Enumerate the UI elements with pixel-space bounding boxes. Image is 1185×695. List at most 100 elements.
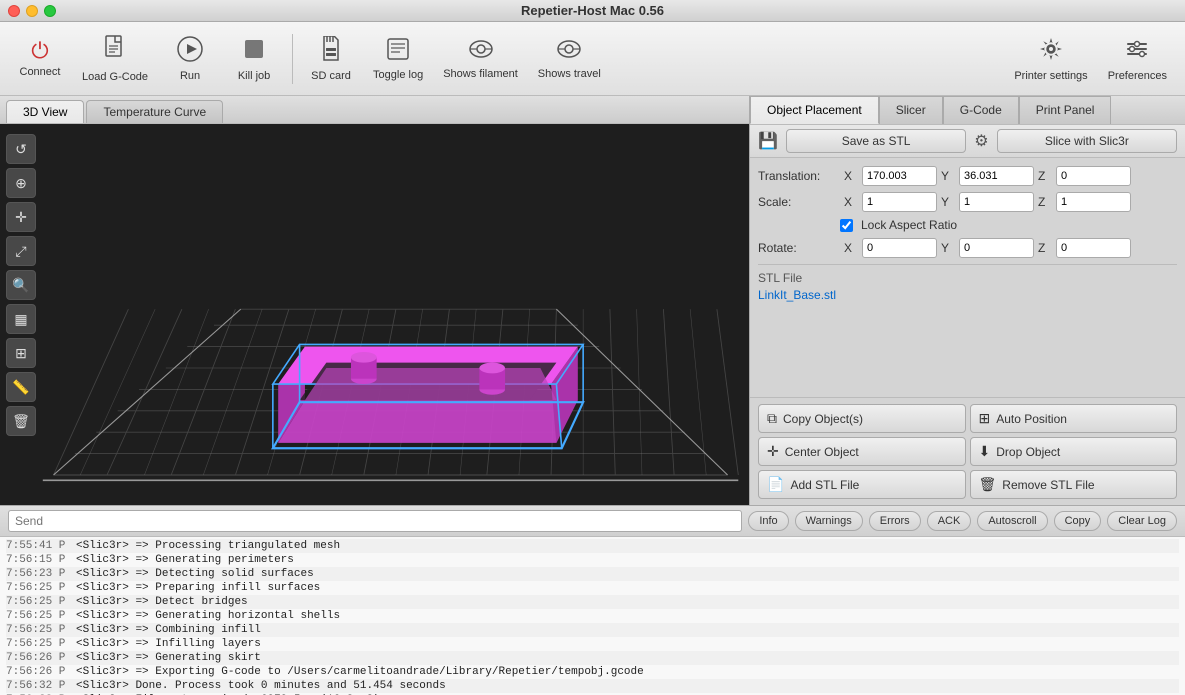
placement-controls: Translation: X Y Z Scale: X Y (750, 158, 1185, 397)
list-item: 7:56:25 P <Slic3r> => Generating horizon… (6, 609, 1179, 623)
log-tab-autoscroll[interactable]: Autoscroll (977, 511, 1047, 531)
log-tab-clear[interactable]: Clear Log (1107, 511, 1177, 531)
add-stl-icon: 📄 (767, 476, 784, 493)
connect-button[interactable]: ⏻ Connect (10, 34, 70, 84)
save-stl-button[interactable]: Save as STL (786, 129, 966, 153)
tab-g-code[interactable]: G-Code (943, 96, 1019, 124)
translation-z[interactable] (1056, 166, 1131, 186)
log-tab-warnings[interactable]: Warnings (795, 511, 863, 531)
shows-travel-icon (556, 38, 582, 64)
grid-tool[interactable]: ⊞ (6, 338, 36, 368)
kill-job-button[interactable]: Kill job (224, 30, 284, 88)
scale-y[interactable] (959, 192, 1034, 212)
translation-y[interactable] (959, 166, 1034, 186)
layer-view-tool[interactable]: ▦ (6, 304, 36, 334)
connect-label: Connect (20, 66, 61, 78)
log-tab-errors[interactable]: Errors (869, 511, 921, 531)
drop-object-button[interactable]: ⬇ Drop Object (970, 437, 1178, 466)
zoom-fit-tool[interactable]: ⊕ (6, 168, 36, 198)
shows-travel-button[interactable]: Shows travel (530, 32, 609, 86)
save-icon: 💾 (758, 131, 778, 151)
translation-label: Translation: (758, 169, 838, 183)
gear-icon: ⚙ (974, 131, 988, 151)
view-content: ↺ ⊕ ✛ ⤢ 🔍 ▦ ⊞ 📏 🗑 (0, 124, 749, 505)
rotate-x[interactable] (862, 238, 937, 258)
maximize-button[interactable] (44, 5, 56, 17)
scale-xyz: X Y Z (844, 192, 1131, 212)
close-button[interactable] (8, 5, 20, 17)
translation-x[interactable] (862, 166, 937, 186)
stl-file-label: STL File (758, 271, 1177, 285)
copy-objects-label: Copy Object(s) (783, 412, 863, 426)
ry-label: Y (941, 241, 955, 255)
drop-object-label: Drop Object (996, 445, 1060, 459)
list-item: 7:56:25 P <Slic3r> => Combining infill (6, 623, 1179, 637)
tab-3d-view[interactable]: 3D View (6, 100, 84, 123)
aspect-ratio-row: Lock Aspect Ratio (758, 218, 1177, 232)
stl-filename[interactable]: LinkIt_Base.stl (758, 288, 1177, 302)
send-input[interactable] (8, 510, 742, 532)
preferences-label: Preferences (1108, 70, 1167, 82)
sx-label: X (844, 195, 858, 209)
rotate-y[interactable] (959, 238, 1034, 258)
log-tab-info[interactable]: Info (748, 511, 788, 531)
center-object-button[interactable]: ✛ Center Object (758, 437, 966, 466)
load-gcode-label: Load G-Code (82, 71, 148, 83)
x-label: X (844, 169, 858, 183)
view-tabs: 3D View Temperature Curve (0, 96, 749, 124)
rotate-label: Rotate: (758, 241, 838, 255)
sd-card-icon (320, 36, 342, 66)
main-content: 3D View Temperature Curve ↺ ⊕ ✛ ⤢ 🔍 ▦ ⊞ … (0, 96, 1185, 505)
shows-filament-button[interactable]: Shows filament (435, 32, 526, 86)
window-controls (8, 5, 56, 17)
tab-temperature-curve[interactable]: Temperature Curve (86, 100, 223, 123)
rotate-z[interactable] (1056, 238, 1131, 258)
add-stl-label: Add STL File (790, 478, 859, 492)
auto-position-icon: ⊞ (979, 410, 991, 427)
printer-settings-button[interactable]: Printer settings (1006, 30, 1095, 88)
shows-filament-label: Shows filament (443, 68, 518, 80)
run-button[interactable]: Run (160, 30, 220, 88)
scale-z[interactable] (1056, 192, 1131, 212)
run-label: Run (180, 70, 200, 82)
drop-object-icon: ⬇ (979, 443, 991, 460)
tab-print-panel[interactable]: Print Panel (1019, 96, 1112, 124)
rotate-xyz: X Y Z (844, 238, 1131, 258)
zoom-tool[interactable]: 🔍 (6, 270, 36, 300)
run-icon (177, 36, 203, 66)
move-tool[interactable]: ⤢ (6, 236, 36, 266)
list-item: 7:56:32 P <Slic3r> Done. Process took 0 … (6, 679, 1179, 693)
tab-slicer[interactable]: Slicer (879, 96, 943, 124)
slice-button[interactable]: Slice with Slic3r (997, 129, 1177, 153)
list-item: 7:56:26 P <Slic3r> => Generating skirt (6, 651, 1179, 665)
list-item: 7:56:25 P <Slic3r> => Infilling layers (6, 637, 1179, 651)
save-slice-bar: 💾 Save as STL ⚙ Slice with Slic3r (750, 125, 1185, 158)
list-item: 7:56:15 P <Slic3r> => Generating perimet… (6, 553, 1179, 567)
minimize-button[interactable] (26, 5, 38, 17)
auto-position-label: Auto Position (996, 412, 1067, 426)
scale-x[interactable] (862, 192, 937, 212)
scale-row: Scale: X Y Z (758, 192, 1177, 212)
log-tab-ack[interactable]: ACK (927, 511, 972, 531)
lock-aspect-checkbox[interactable] (840, 219, 853, 232)
add-stl-button[interactable]: 📄 Add STL File (758, 470, 966, 499)
remove-stl-label: Remove STL File (1002, 478, 1094, 492)
load-gcode-button[interactable]: Load G-Code (74, 29, 156, 89)
copy-objects-button[interactable]: ⧉ Copy Object(s) (758, 404, 966, 433)
pan-tool[interactable]: ✛ (6, 202, 36, 232)
log-tab-copy[interactable]: Copy (1054, 511, 1102, 531)
toggle-log-button[interactable]: Toggle log (365, 31, 431, 87)
auto-position-button[interactable]: ⊞ Auto Position (970, 404, 1178, 433)
center-object-label: Center Object (785, 445, 859, 459)
ruler-tool[interactable]: 📏 (6, 372, 36, 402)
preferences-icon (1124, 36, 1150, 66)
refresh-tool[interactable]: ↺ (6, 134, 36, 164)
delete-tool[interactable]: 🗑 (6, 406, 36, 436)
lock-aspect-label: Lock Aspect Ratio (861, 218, 957, 232)
log-toolbar: Info Warnings Errors ACK Autoscroll Copy… (0, 506, 1185, 537)
remove-stl-button[interactable]: 🗑 Remove STL File (970, 470, 1178, 499)
sd-card-button[interactable]: SD card (301, 30, 361, 88)
translation-xyz: X Y Z (844, 166, 1131, 186)
preferences-button[interactable]: Preferences (1100, 30, 1175, 88)
tab-object-placement[interactable]: Object Placement (750, 96, 879, 124)
